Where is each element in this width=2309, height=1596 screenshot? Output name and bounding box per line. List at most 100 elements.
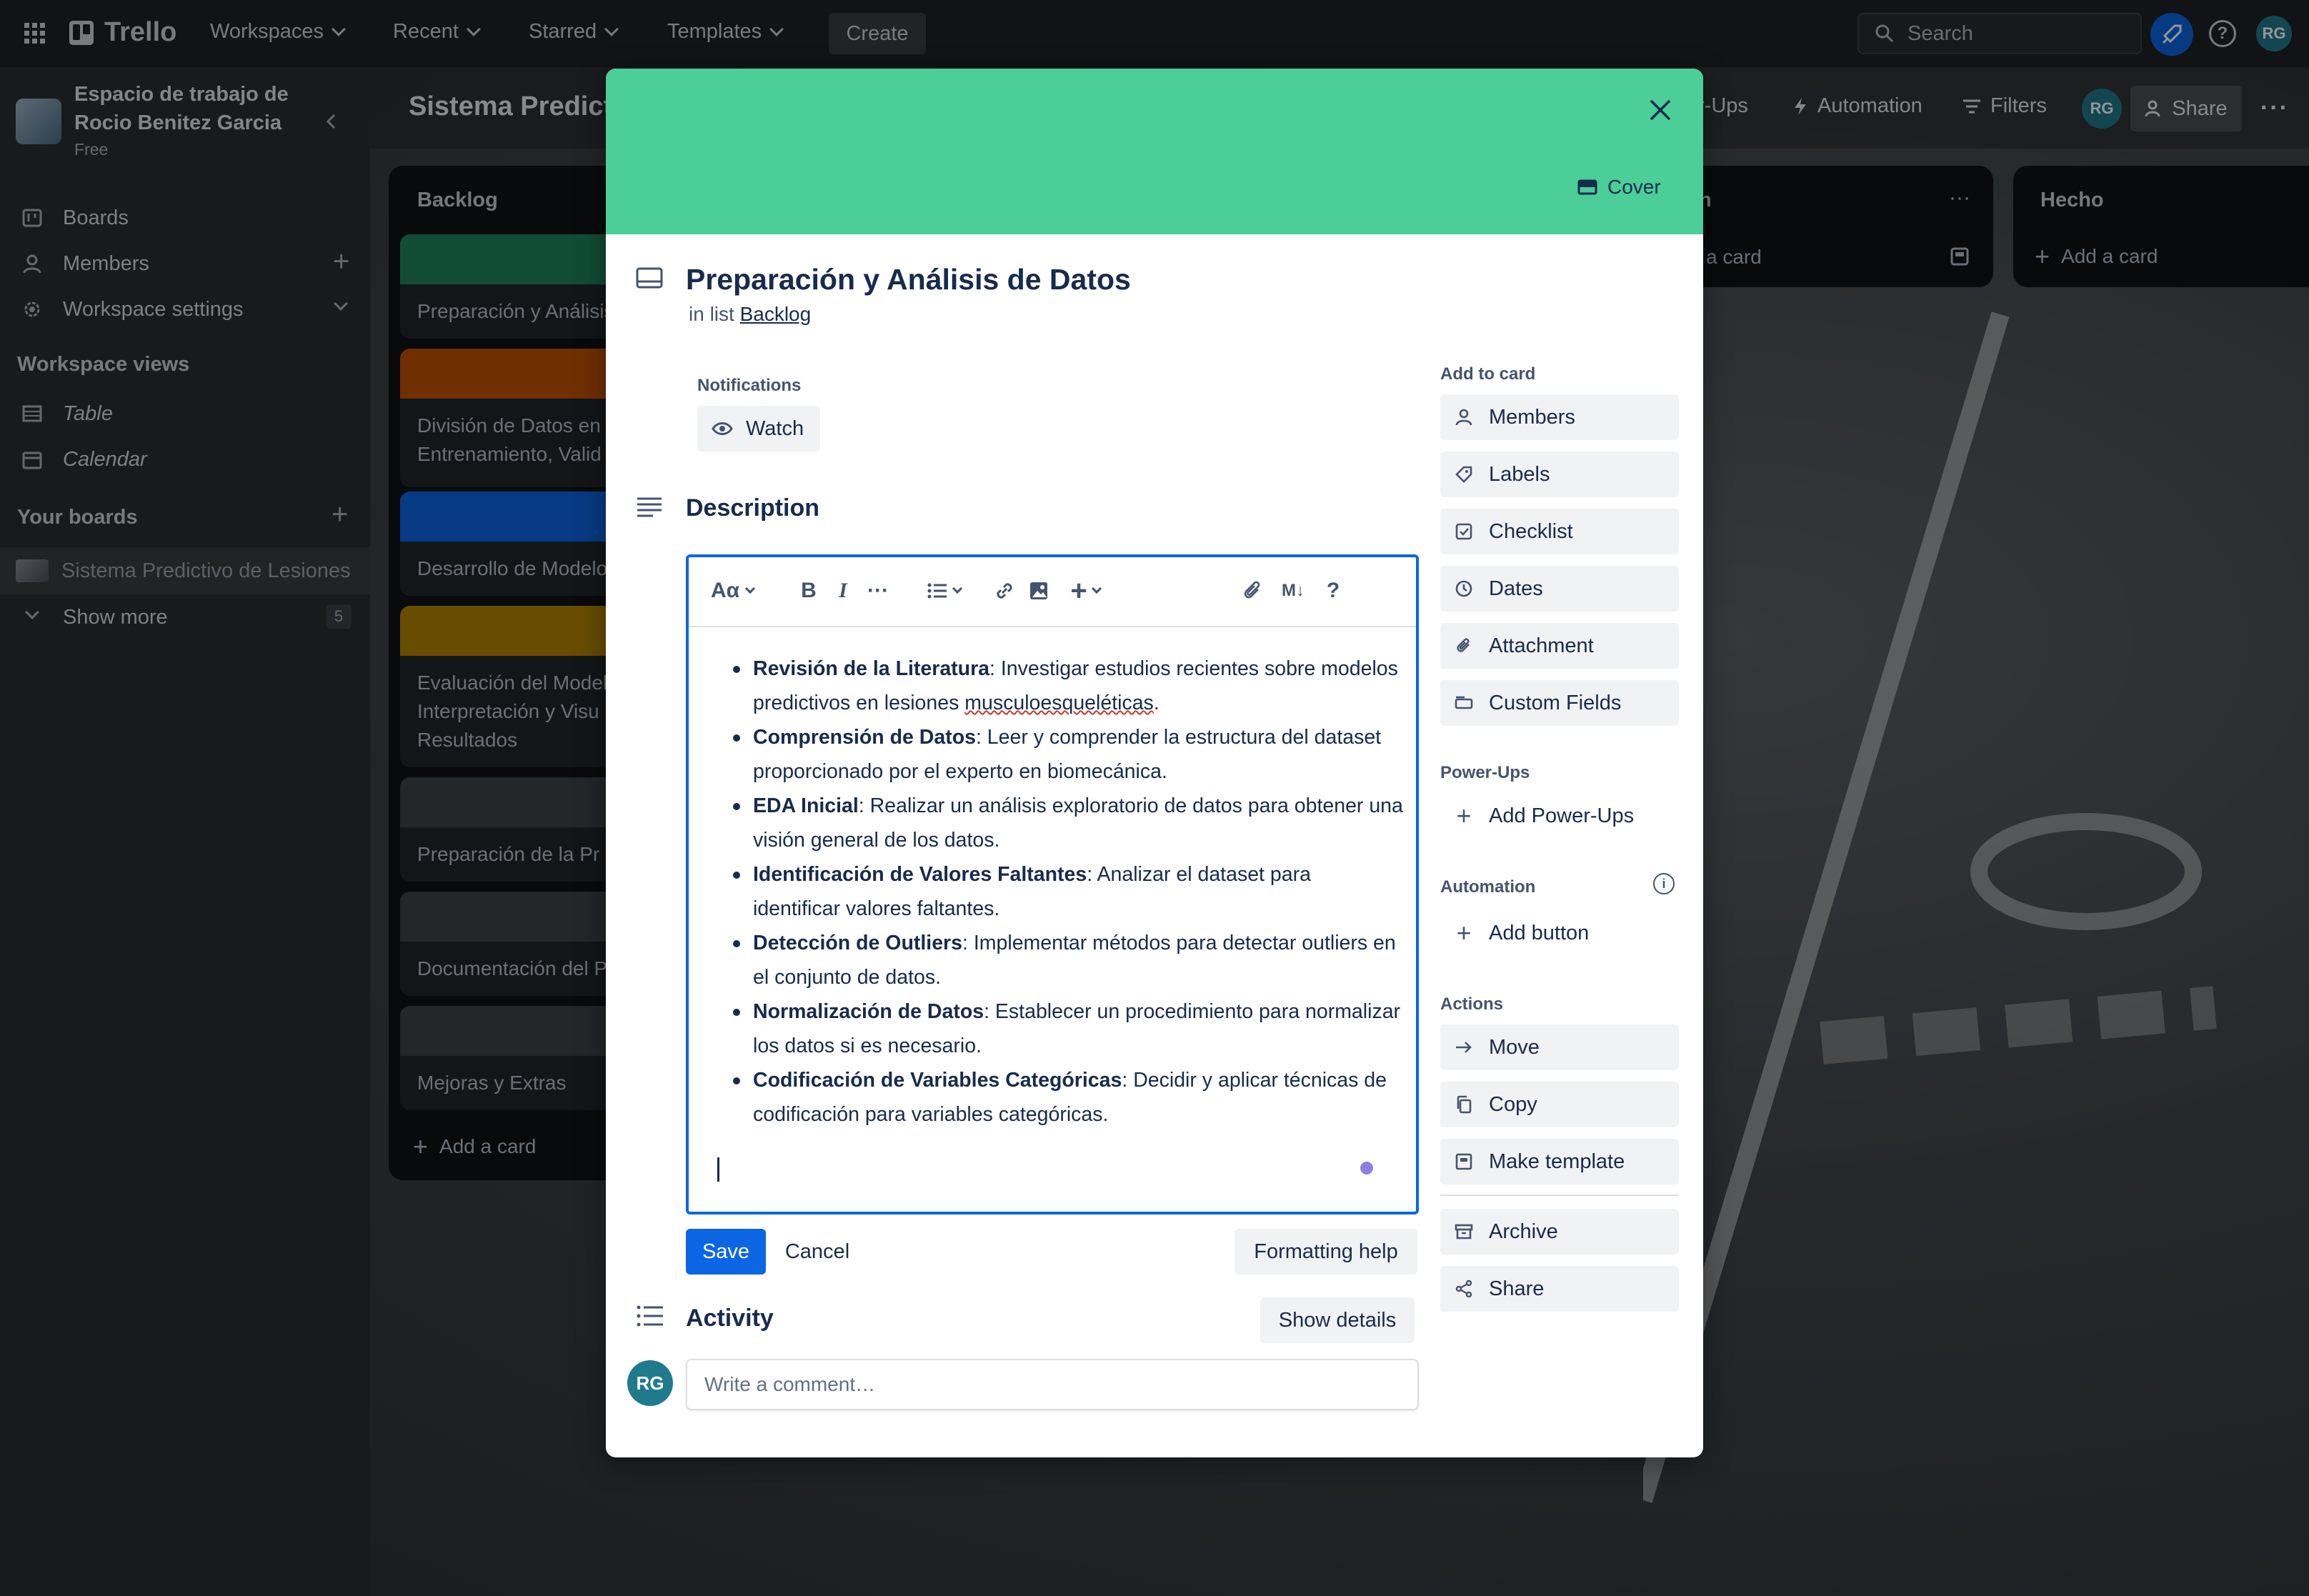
help-icon: ? [1326,579,1340,602]
make-template-button[interactable]: Make template [1440,1139,1679,1184]
arrow-right-icon [1453,1037,1475,1058]
custom-fields-icon [1453,692,1475,714]
dates-button[interactable]: Dates [1440,566,1679,612]
members-button-label: Members [1489,405,1575,429]
close-button[interactable] [1640,90,1680,130]
item-term: Identificación de Valores Faltantes [753,863,1087,886]
item-term: Codificación de Variables Categóricas [753,1069,1122,1092]
list-dropdown[interactable] [919,573,969,609]
plus-icon: + [1070,574,1087,607]
actions-divider [1440,1194,1679,1196]
copy-icon [1453,1094,1475,1115]
comment-avatar: RG [627,1360,673,1406]
person-icon [1453,407,1475,428]
cover-button[interactable]: Cover [1577,176,1661,199]
card-title[interactable]: Preparación y Análisis de Datos [686,263,1131,296]
paperclip-icon [1242,579,1264,602]
watch-button[interactable]: Watch [697,406,820,452]
item-term: Revisión de la Literatura [753,657,990,680]
archive-button[interactable]: Archive [1440,1209,1679,1255]
in-list-text: in list Backlog [689,303,811,326]
more-icon: ··· [867,579,889,602]
bold-icon: B [801,579,817,602]
link-icon [993,579,1016,602]
list-item: Identificación de Valores Faltantes: Ana… [724,857,1403,926]
item-term: Normalización de Datos [753,1000,984,1023]
editor-help-button[interactable]: ? [1319,573,1347,609]
template-icon [1453,1151,1475,1172]
text-cursor [717,1157,719,1182]
add-power-ups-button[interactable]: + Add Power-Ups [1440,793,1679,839]
plus-icon: + [1456,801,1472,830]
copy-button[interactable]: Copy [1440,1082,1679,1127]
make-template-label: Make template [1489,1149,1625,1173]
automation-heading: Automation [1440,877,1536,897]
share-button[interactable]: Share [1440,1266,1679,1312]
editor-toolbar: Aα B I ··· + M↓ ? [689,557,1416,627]
image-button[interactable] [1023,573,1054,609]
description-content[interactable]: Revisión de la Literatura: Investigar es… [724,652,1403,1132]
list-item: Comprensión de Datos: Leer y comprender … [724,720,1403,789]
text-style-label: Aα [710,579,740,602]
description-heading: Description [686,494,820,522]
text-style-dropdown[interactable]: Aα [707,573,757,609]
link-button[interactable] [989,573,1020,609]
labels-button[interactable]: Labels [1440,452,1679,497]
add-automation-button[interactable]: + Add button [1440,910,1679,956]
custom-fields-button-label: Custom Fields [1489,691,1622,714]
archive-button-label: Archive [1489,1220,1558,1243]
archive-icon [1453,1221,1475,1242]
italic-button[interactable]: I [829,573,857,609]
insert-dropdown[interactable]: + [1060,573,1110,609]
add-power-ups-label: Add Power-Ups [1489,804,1635,827]
checklist-button[interactable]: Checklist [1440,509,1679,554]
list-item: Revisión de la Literatura: Investigar es… [724,652,1403,720]
markdown-icon: M↓ [1282,581,1305,600]
item-term: Comprensión de Datos [753,726,976,749]
formatting-help-button[interactable]: Formatting help [1235,1229,1417,1275]
chevron-down-icon [744,583,756,594]
plus-icon: + [1456,918,1472,947]
close-icon [1648,98,1672,122]
checklist-icon [1453,521,1475,542]
bullet-list-icon [927,582,948,600]
clock-icon [1453,578,1475,599]
move-button[interactable]: Move [1440,1024,1679,1070]
markdown-button[interactable]: M↓ [1276,573,1310,609]
share-button-label: Share [1489,1277,1545,1300]
in-list-prefix: in list [689,303,734,325]
share-icon [1453,1278,1475,1300]
image-icon [1028,580,1049,602]
tag-icon [1453,464,1475,485]
list-item: Normalización de Datos: Establecer un pr… [724,994,1403,1063]
card-cover-banner [606,69,1703,234]
members-button[interactable]: Members [1440,394,1679,440]
description-editor[interactable]: Aα B I ··· + M↓ ? Revisión de la Literat… [686,554,1419,1215]
bold-button[interactable]: B [794,573,823,609]
item-text-tail: . [1153,692,1160,714]
list-link[interactable]: Backlog [740,303,812,325]
move-button-label: Move [1489,1035,1540,1059]
add-to-card-heading: Add to card [1440,364,1536,384]
attachment-button[interactable] [1237,573,1269,609]
labels-button-label: Labels [1489,462,1550,486]
save-button[interactable]: Save [686,1229,766,1275]
checklist-button-label: Checklist [1489,519,1573,543]
comment-input[interactable]: Write a comment… [686,1359,1419,1410]
notifications-label: Notifications [697,376,802,395]
card-icon [636,267,663,289]
cover-icon [1577,179,1597,195]
spellcheck-flagged-word: musculoesqueléticas [964,692,1154,714]
cancel-button[interactable]: Cancel [774,1229,860,1275]
power-ups-heading: Power-Ups [1440,763,1530,782]
info-icon[interactable]: i [1653,873,1675,894]
show-details-button[interactable]: Show details [1260,1297,1415,1343]
collaborator-presence-dot [1360,1162,1373,1174]
attachment-button[interactable]: Attachment [1440,623,1679,669]
list-item: EDA Inicial: Realizar un análisis explor… [724,789,1403,857]
custom-fields-button[interactable]: Custom Fields [1440,680,1679,726]
more-formatting-button[interactable]: ··· [860,573,896,609]
description-icon [636,496,663,517]
attachment-button-label: Attachment [1489,634,1594,657]
watch-label: Watch [746,417,804,440]
